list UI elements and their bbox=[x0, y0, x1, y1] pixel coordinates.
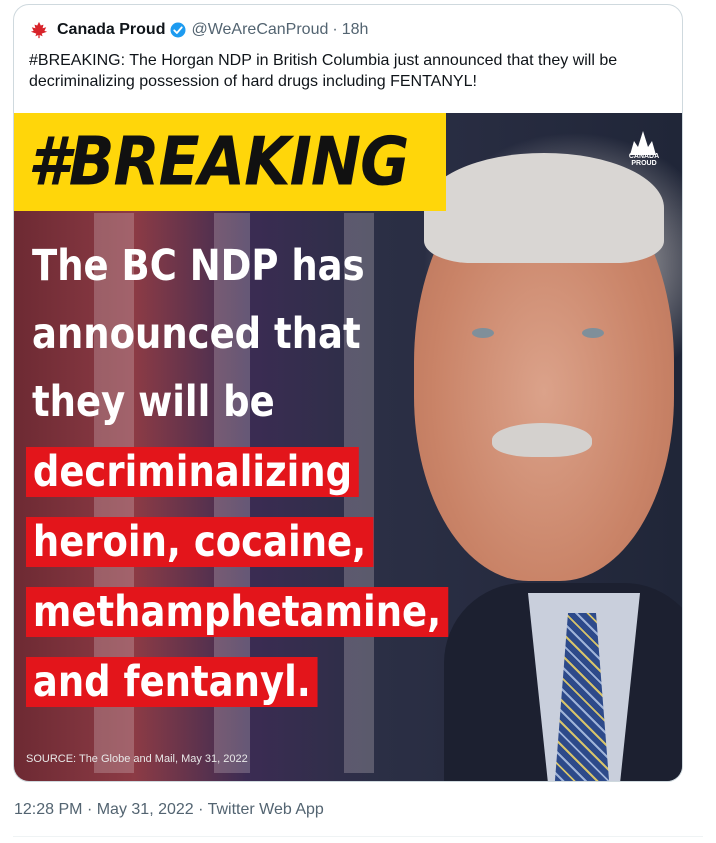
post-client[interactable]: Twitter Web App bbox=[208, 801, 324, 818]
headline-line-highlight: methamphetamine, bbox=[26, 587, 449, 637]
post-time[interactable]: 12:28 PM bbox=[14, 801, 82, 818]
tweet-footer: 12:28 PM · May 31, 2022 · Twitter Web Ap… bbox=[14, 801, 324, 819]
headline-line-highlight: heroin, cocaine, bbox=[26, 517, 374, 567]
breaking-banner: #BREAKING bbox=[14, 113, 446, 211]
tweet-card: Canada Proud @WeAreCanProud · 18h #BREAK… bbox=[13, 4, 683, 782]
footer-separator: · bbox=[198, 801, 204, 818]
banner-text: #BREAKING bbox=[28, 123, 409, 202]
source-caption: SOURCE: The Globe and Mail, May 31, 2022 bbox=[26, 753, 248, 765]
mustache bbox=[492, 423, 592, 457]
headline-line-highlight: and fentanyl. bbox=[26, 657, 318, 707]
headline-line: they will be bbox=[32, 377, 275, 427]
relative-time[interactable]: 18h bbox=[342, 21, 369, 39]
verified-badge-icon bbox=[169, 21, 187, 39]
headline-line-highlight: decriminalizing bbox=[26, 447, 359, 497]
logo-text: CANADA PROUD bbox=[628, 153, 660, 167]
author-handle[interactable]: @WeAreCanProud bbox=[191, 21, 328, 39]
header-separator: · bbox=[332, 21, 338, 38]
left-eye bbox=[472, 328, 494, 338]
footer-separator: · bbox=[86, 801, 93, 818]
divider bbox=[13, 836, 703, 837]
post-date[interactable]: May 31, 2022 bbox=[97, 801, 194, 818]
headline-line: The BC NDP has bbox=[32, 241, 365, 291]
maple-leaf-icon[interactable] bbox=[29, 20, 49, 40]
tweet-text: #BREAKING: The Horgan NDP in British Col… bbox=[29, 52, 618, 90]
author-name[interactable]: Canada Proud bbox=[57, 21, 165, 39]
tweet-media-image[interactable]: #BREAKING CANADA PROUD The BC NDP has an… bbox=[14, 113, 682, 781]
headline-line: announced that bbox=[32, 309, 361, 359]
tweet-header: Canada Proud @WeAreCanProud · 18h bbox=[29, 19, 368, 41]
right-eye bbox=[582, 328, 604, 338]
